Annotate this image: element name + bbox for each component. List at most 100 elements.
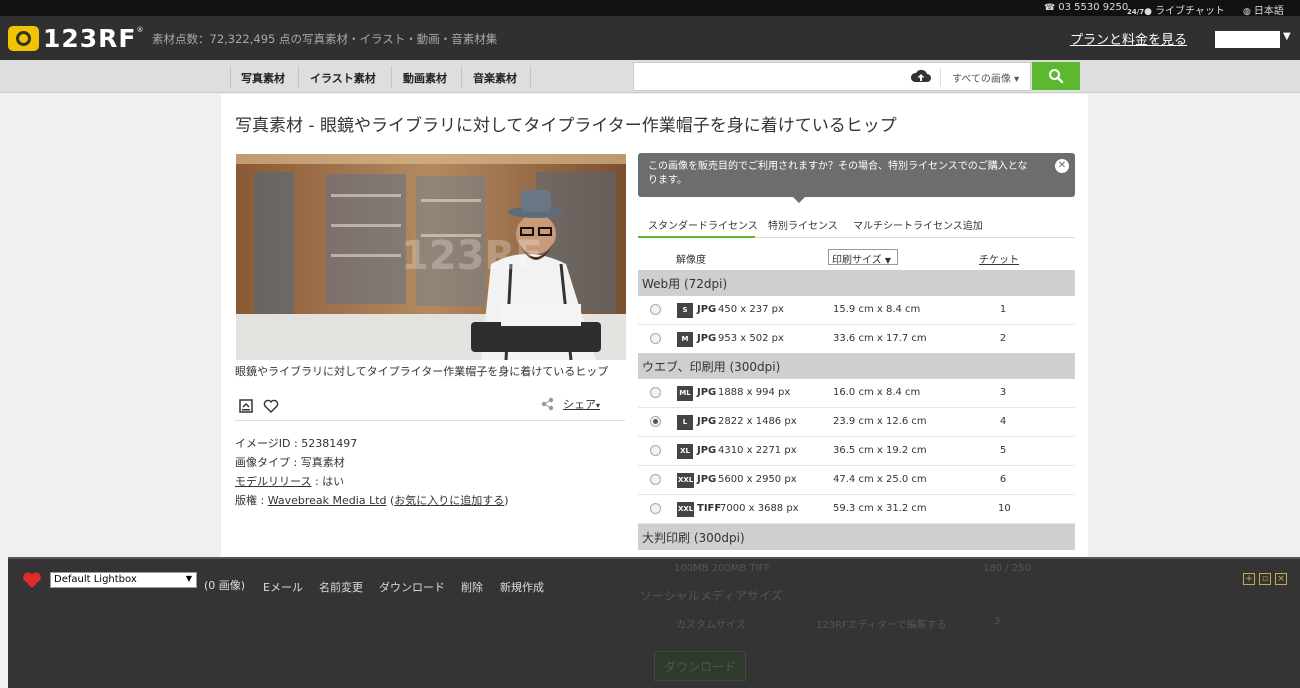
share-dropdown[interactable]: シェア▾ <box>563 396 600 412</box>
heart-icon <box>23 572 41 588</box>
size-radio[interactable] <box>650 503 661 514</box>
size-badge: ML <box>677 386 693 401</box>
camera-logo-icon <box>8 25 39 51</box>
nav-illustration[interactable]: イラスト素材 <box>310 70 376 86</box>
size-radio-selected[interactable] <box>650 416 661 427</box>
tab-standard-license[interactable]: スタンダードライセンス <box>648 217 758 232</box>
image-metadata: イメージID : 52381497 画像タイプ : 写真素材 モデルリリース :… <box>235 434 509 510</box>
size-radio[interactable] <box>650 304 661 315</box>
col-ticket[interactable]: チケット <box>979 251 1019 266</box>
size-row-l[interactable]: L JPG 2822 x 1486 px 23.9 cm x 12.6 cm 4 <box>638 408 1075 437</box>
nav-video[interactable]: 動画素材 <box>403 70 447 86</box>
size-row-s[interactable]: S JPG 450 x 237 px 15.9 cm x 8.4 cm 1 <box>638 296 1075 325</box>
chevron-down-icon: ▼ <box>185 574 192 583</box>
large-print-tickets: 180 / 250 <box>983 563 1031 574</box>
license-notice: この画像を販売目的でご利用されますか？その場合、特別ライセンスでのご購入となりま… <box>638 153 1075 203</box>
tab-special-license[interactable]: 特別ライセンス <box>768 217 838 232</box>
nav-photo[interactable]: 写真素材 <box>241 70 285 86</box>
image-caption: 眼鏡やライブラリに対してタイプライター作業帽子を身に着けているヒップ <box>235 365 609 378</box>
meta-image-id: イメージID : 52381497 <box>235 437 358 450</box>
search-input[interactable]: すべての画像 ▾ <box>633 62 1031 91</box>
plans-link[interactable]: プランと料金を見る <box>1070 29 1187 48</box>
search-filter-dropdown[interactable]: すべての画像 ▾ <box>952 70 1019 85</box>
lightbox-download[interactable]: ダウンロード <box>379 579 445 595</box>
add-to-lightbox-icon[interactable] <box>239 399 253 413</box>
size-badge: XXL <box>677 473 695 488</box>
meta-image-type: 画像タイプ : 写真素材 <box>235 456 345 469</box>
col-resolution: 解像度 <box>676 255 706 266</box>
lightbox-delete[interactable]: 削除 <box>461 579 483 595</box>
top-utility-bar: ☎ 03 5530 9250 24/7 ● ライブチャット ◍ 日本語 <box>0 0 1300 17</box>
lightbox-rename[interactable]: 名前変更 <box>319 579 363 595</box>
category-nav: 写真素材 イラスト素材 動画素材 音楽素材 すべての画像 ▾ <box>0 60 1300 93</box>
size-badge: XL <box>677 444 693 459</box>
minimize-icon[interactable]: ▫ <box>1259 573 1271 585</box>
custom-size-label: カスタムサイズ <box>676 620 746 631</box>
nav-divider <box>461 66 462 88</box>
section-large-print: 大判印刷 (300dpi) <box>638 524 1075 550</box>
phone-icon: ☎ <box>1044 3 1056 13</box>
logo[interactable]: 123RF ® <box>8 24 144 53</box>
size-radio[interactable] <box>650 445 661 456</box>
nav-music[interactable]: 音楽素材 <box>473 70 517 86</box>
lightbox-count: (0 画像) <box>204 579 246 592</box>
page-title: 写真素材 - 眼鏡やライブラリに対してタイプライター作業帽子を身に着けているヒッ… <box>235 116 897 136</box>
print-size-select[interactable]: 印刷サイズ ▼ <box>828 249 898 266</box>
size-row-xxl-jpg[interactable]: XXL JPG 5600 x 2950 px 47.4 cm x 25.0 cm… <box>638 466 1075 495</box>
section-web-print: ウエブ、印刷用 (300dpi) <box>638 353 1075 379</box>
search-button[interactable] <box>1032 62 1080 90</box>
copyright-link[interactable]: Wavebreak Media Ltd <box>268 494 387 507</box>
phone-link[interactable]: ☎ 03 5530 9250 <box>1044 2 1128 13</box>
notice-pointer <box>793 197 805 203</box>
meta-model-release: モデルリリース : はい <box>235 475 345 488</box>
license-tabs: スタンダードライセンス 特別ライセンス マルチシートライセンス追加 <box>638 209 1075 238</box>
size-badge: M <box>677 332 693 347</box>
size-radio[interactable] <box>650 387 661 398</box>
svg-text:123RF: 123RF <box>401 233 543 279</box>
image-actions: シェア▾ <box>235 394 625 421</box>
size-radio[interactable] <box>650 333 661 344</box>
meta-copyright: 版権 : Wavebreak Media Ltd (お気に入りに追加する) <box>235 494 509 507</box>
nav-divider <box>298 66 299 88</box>
account-dropdown[interactable] <box>1215 31 1280 48</box>
active-tab-indicator <box>638 236 755 238</box>
custom-editor-link: 123RFエディターで編集する <box>816 620 947 631</box>
size-row-xxl-tiff[interactable]: XXL TIFF 7000 x 3688 px 59.3 cm x 31.2 c… <box>638 495 1075 524</box>
size-badge: S <box>677 303 693 318</box>
size-row-xl[interactable]: XL JPG 4310 x 2271 px 36.5 cm x 19.2 cm … <box>638 437 1075 466</box>
lightbox-select[interactable]: Default Lightbox ▼ <box>50 572 197 588</box>
expand-icon[interactable]: + <box>1243 573 1255 585</box>
hipster-typewriter-photo: 123RF <box>236 154 626 360</box>
tab-multiseat-license[interactable]: マルチシートライセンス追加 <box>853 217 983 232</box>
search-divider <box>940 68 941 86</box>
nav-divider <box>530 66 531 88</box>
lightbox-panel: 100MB 200MB TIFF 180 / 250 ソーシャルメディアサイズ … <box>8 557 1300 688</box>
size-row-m[interactable]: M JPG 953 x 502 px 33.6 cm x 17.7 cm 2 <box>638 325 1075 354</box>
size-badge: XXL <box>677 502 695 517</box>
nav-divider <box>230 66 231 88</box>
size-row-ml[interactable]: ML JPG 1888 x 994 px 16.0 cm x 8.4 cm 3 <box>638 379 1075 408</box>
social-media-section: ソーシャルメディアサイズ <box>640 589 783 603</box>
download-button: ダウンロード <box>654 651 746 681</box>
section-web: Web用 (72dpi) <box>638 270 1075 296</box>
share-icon[interactable] <box>541 397 555 411</box>
close-panel-icon[interactable]: × <box>1275 573 1287 585</box>
lightbox-email[interactable]: Eメール <box>263 579 303 595</box>
size-badge: L <box>677 415 693 430</box>
search-icon <box>1049 69 1064 84</box>
large-print-row: 100MB 200MB TIFF <box>674 563 771 574</box>
nav-divider <box>391 66 392 88</box>
lightbox-new[interactable]: 新規作成 <box>500 579 544 595</box>
model-release-link[interactable]: モデルリリース <box>235 475 311 488</box>
live-chat-link[interactable]: 24/7 ● ライブチャット <box>1127 2 1225 17</box>
language-selector[interactable]: ◍ 日本語 <box>1243 2 1284 17</box>
close-icon[interactable]: ✕ <box>1055 159 1069 173</box>
add-favorite-link[interactable]: お気に入りに追加する <box>394 494 504 507</box>
preview-image[interactable]: 123RF <box>236 154 626 360</box>
caret-down-icon[interactable]: ▼ <box>1283 31 1291 42</box>
cloud-upload-icon[interactable] <box>910 68 932 84</box>
tagline: 素材点数：72,322,495 点の写真素材・イラスト・動画・音素材集 <box>152 32 498 46</box>
favorite-heart-icon[interactable] <box>263 399 279 413</box>
site-header: 123RF ® 素材点数：72,322,495 点の写真素材・イラスト・動画・音… <box>0 16 1300 60</box>
size-radio[interactable] <box>650 474 661 485</box>
